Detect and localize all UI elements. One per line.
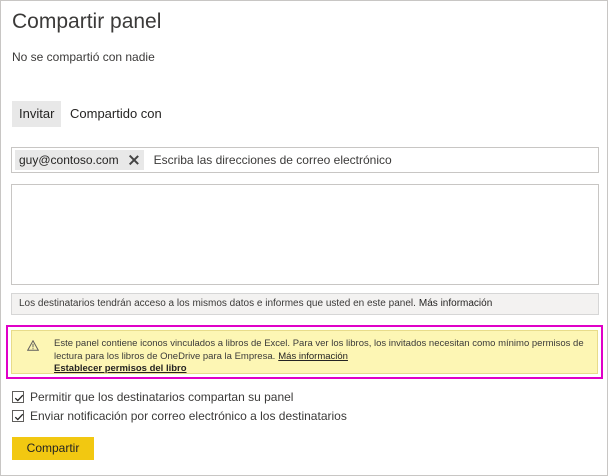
tab-invite[interactable]: Invitar xyxy=(12,101,62,127)
warning-highlight: Este panel contiene iconos vinculados a … xyxy=(6,325,603,379)
share-status-text: No se compartió con nadie xyxy=(12,50,155,64)
allow-reshare-label: Permitir que los destinatarios compartan… xyxy=(30,390,294,404)
email-notification-checkbox[interactable] xyxy=(12,410,24,422)
excel-permissions-warning: Este panel contiene iconos vinculados a … xyxy=(11,330,598,374)
allow-reshare-checkbox[interactable] xyxy=(12,391,24,403)
warning-more-info-link[interactable]: Más información xyxy=(278,351,348,362)
share-dashboard-dialog: Compartir panel No se compartió con nadi… xyxy=(0,0,608,476)
recipient-chip: guy@contoso.com xyxy=(15,150,144,170)
warning-triangle-icon xyxy=(26,338,40,351)
recipients-field[interactable]: guy@contoso.com xyxy=(11,147,599,173)
email-notification-label: Enviar notificación por correo electróni… xyxy=(30,409,347,423)
access-info-text: Los destinatarios tendrán acceso a los m… xyxy=(19,298,416,309)
email-input[interactable] xyxy=(153,150,598,170)
access-info-bar: Los destinatarios tendrán acceso a los m… xyxy=(11,293,599,315)
warning-text-block: Este panel contiene iconos vinculados a … xyxy=(54,337,584,363)
more-info-link[interactable]: Más información xyxy=(419,298,492,309)
recipient-chip-label: guy@contoso.com xyxy=(19,153,119,167)
tab-shared-with[interactable]: Compartido con xyxy=(63,101,169,127)
share-button[interactable]: Compartir xyxy=(12,437,94,460)
email-notification-option[interactable]: Enviar notificación por correo electróni… xyxy=(12,409,347,423)
close-icon[interactable] xyxy=(129,155,139,165)
message-textarea[interactable] xyxy=(11,184,599,285)
dialog-title: Compartir panel xyxy=(12,10,162,33)
set-workbook-permissions-link[interactable]: Establecer permisos del libro xyxy=(54,363,187,374)
allow-reshare-option[interactable]: Permitir que los destinatarios compartan… xyxy=(12,390,293,404)
